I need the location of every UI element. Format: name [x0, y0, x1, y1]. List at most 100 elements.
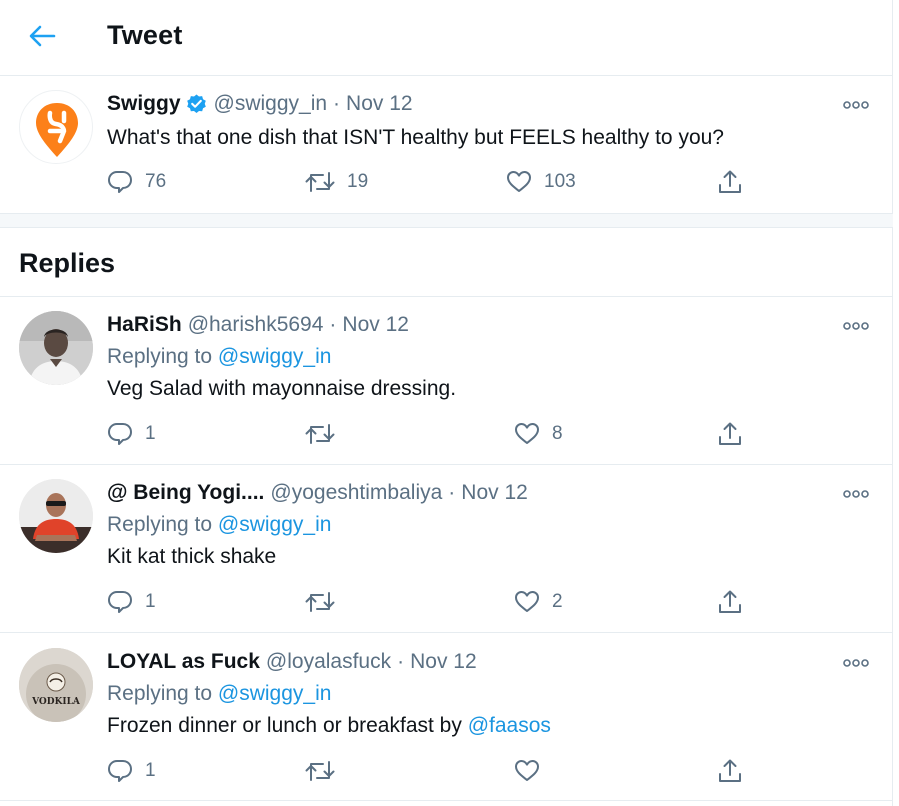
replying-to-label: Replying to	[107, 513, 213, 536]
section-divider	[0, 213, 893, 228]
avatar[interactable]	[19, 311, 93, 385]
meta-separator: ·	[448, 481, 456, 504]
reply-icon	[107, 421, 133, 447]
tweet-actions: 1 2	[107, 587, 747, 617]
tweet-meta: HaRiSh @harishk5694 · Nov 12	[107, 313, 409, 337]
replying-to-link[interactable]: @swiggy_in	[218, 345, 332, 368]
heart-icon	[514, 421, 540, 447]
avatar[interactable]	[19, 479, 93, 553]
share-icon	[717, 421, 743, 447]
retweet-button[interactable]	[305, 419, 347, 449]
author-name[interactable]: LOYAL as Fuck	[107, 650, 260, 674]
reply-count: 1	[145, 760, 156, 781]
reply-count: 1	[145, 591, 156, 612]
verified-badge-icon	[185, 93, 208, 116]
back-button[interactable]	[22, 18, 62, 54]
reply-tweet[interactable]: VODKILA LOYAL as Fuck @loyalasfuck · Nov…	[0, 633, 893, 801]
reply-button[interactable]: 76	[107, 167, 166, 197]
reply-icon	[107, 758, 133, 784]
tweet-date[interactable]: Nov 12	[461, 481, 528, 505]
tweet-date[interactable]: Nov 12	[342, 313, 409, 337]
heart-icon	[514, 589, 540, 615]
tweet-text: Frozen dinner or lunch or breakfast by @…	[107, 714, 551, 738]
author-handle[interactable]: @harishk5694	[188, 313, 324, 337]
reply-tweet[interactable]: HaRiSh @harishk5694 · Nov 12 Replying to…	[0, 297, 893, 465]
avatar[interactable]	[19, 90, 93, 164]
more-horizontal-icon	[843, 658, 869, 668]
author-handle[interactable]: @swiggy_in	[214, 92, 328, 116]
tweet-text: What's that one dish that ISN'T healthy …	[107, 126, 724, 149]
reply-count: 1	[145, 423, 156, 444]
share-button[interactable]	[717, 167, 743, 197]
like-button[interactable]: 8	[514, 419, 563, 449]
like-count: 8	[552, 423, 563, 444]
meta-separator: ·	[397, 650, 405, 673]
share-icon	[717, 758, 743, 784]
meta-separator: ·	[333, 92, 341, 115]
main-tweet[interactable]: Swiggy @swiggy_in · Nov 12 What's that o…	[0, 76, 893, 213]
heart-icon	[514, 758, 540, 784]
like-button[interactable]: 103	[506, 167, 576, 197]
reply-button[interactable]: 1	[107, 587, 156, 617]
retweet-icon	[305, 421, 335, 447]
mention-link[interactable]: @faasos	[468, 714, 551, 737]
retweet-icon	[305, 589, 335, 615]
more-horizontal-icon	[843, 489, 869, 499]
reply-tweet[interactable]: @ Being Yogi.... @yogeshtimbaliya · Nov …	[0, 465, 893, 633]
reply-button[interactable]: 1	[107, 419, 156, 449]
tweet-text: Kit kat thick shake	[107, 545, 277, 568]
more-options-button[interactable]	[843, 319, 869, 333]
tweet-actions: 1 8	[107, 419, 747, 449]
replying-to-line: Replying to @swiggy_in	[107, 345, 331, 369]
arrow-left-icon	[28, 24, 56, 48]
like-button[interactable]	[514, 756, 552, 786]
tweet-text-body: Frozen dinner or lunch or breakfast by	[107, 714, 468, 737]
reply-icon	[107, 169, 133, 195]
reply-count: 76	[145, 171, 167, 192]
tweet-actions: 76 19 103	[107, 167, 747, 197]
replying-to-link[interactable]: @swiggy_in	[218, 682, 332, 705]
meta-separator: ·	[329, 313, 337, 336]
svg-text:VODKILA: VODKILA	[31, 697, 81, 707]
header: Tweet	[0, 0, 893, 76]
vodka-bottle-photo-icon: VODKILA	[19, 648, 93, 722]
retweet-button[interactable]	[305, 756, 347, 786]
like-count: 2	[552, 591, 563, 612]
author-name[interactable]: @ Being Yogi....	[107, 481, 264, 505]
replying-to-label: Replying to	[107, 682, 213, 705]
tweet-column: Tweet Swiggy @swiggy_in · Nov 12 What's …	[0, 0, 893, 806]
like-count: 103	[544, 171, 576, 192]
more-options-button[interactable]	[843, 487, 869, 501]
more-options-button[interactable]	[843, 656, 869, 670]
replying-to-line: Replying to @swiggy_in	[107, 682, 331, 706]
reply-button[interactable]: 1	[107, 756, 156, 786]
replying-to-label: Replying to	[107, 345, 213, 368]
retweet-icon	[305, 169, 335, 195]
avatar[interactable]: VODKILA	[19, 648, 93, 722]
replies-heading: Replies	[19, 248, 116, 278]
author-handle[interactable]: @yogeshtimbaliya	[270, 481, 442, 505]
author-name[interactable]: HaRiSh	[107, 313, 182, 337]
author-name[interactable]: Swiggy	[107, 92, 181, 116]
more-options-button[interactable]	[843, 98, 869, 112]
share-button[interactable]	[717, 587, 743, 617]
tweet-date[interactable]: Nov 12	[346, 92, 413, 116]
share-button[interactable]	[717, 756, 743, 786]
retweet-icon	[305, 758, 335, 784]
author-handle[interactable]: @loyalasfuck	[266, 650, 391, 674]
like-button[interactable]: 2	[514, 587, 563, 617]
tweet-meta: Swiggy @swiggy_in · Nov 12	[107, 92, 413, 116]
retweet-button[interactable]	[305, 587, 347, 617]
tweet-actions: 1	[107, 756, 747, 786]
swiggy-logo-icon	[36, 103, 78, 157]
retweet-count: 19	[347, 171, 369, 192]
more-horizontal-icon	[843, 100, 869, 110]
tweet-date[interactable]: Nov 12	[410, 650, 477, 674]
share-icon	[717, 169, 743, 195]
person-photo-icon	[19, 479, 93, 553]
replying-to-link[interactable]: @swiggy_in	[218, 513, 332, 536]
heart-icon	[506, 169, 532, 195]
retweet-button[interactable]: 19	[305, 167, 368, 197]
share-button[interactable]	[717, 419, 743, 449]
tweet-meta: @ Being Yogi.... @yogeshtimbaliya · Nov …	[107, 481, 528, 505]
